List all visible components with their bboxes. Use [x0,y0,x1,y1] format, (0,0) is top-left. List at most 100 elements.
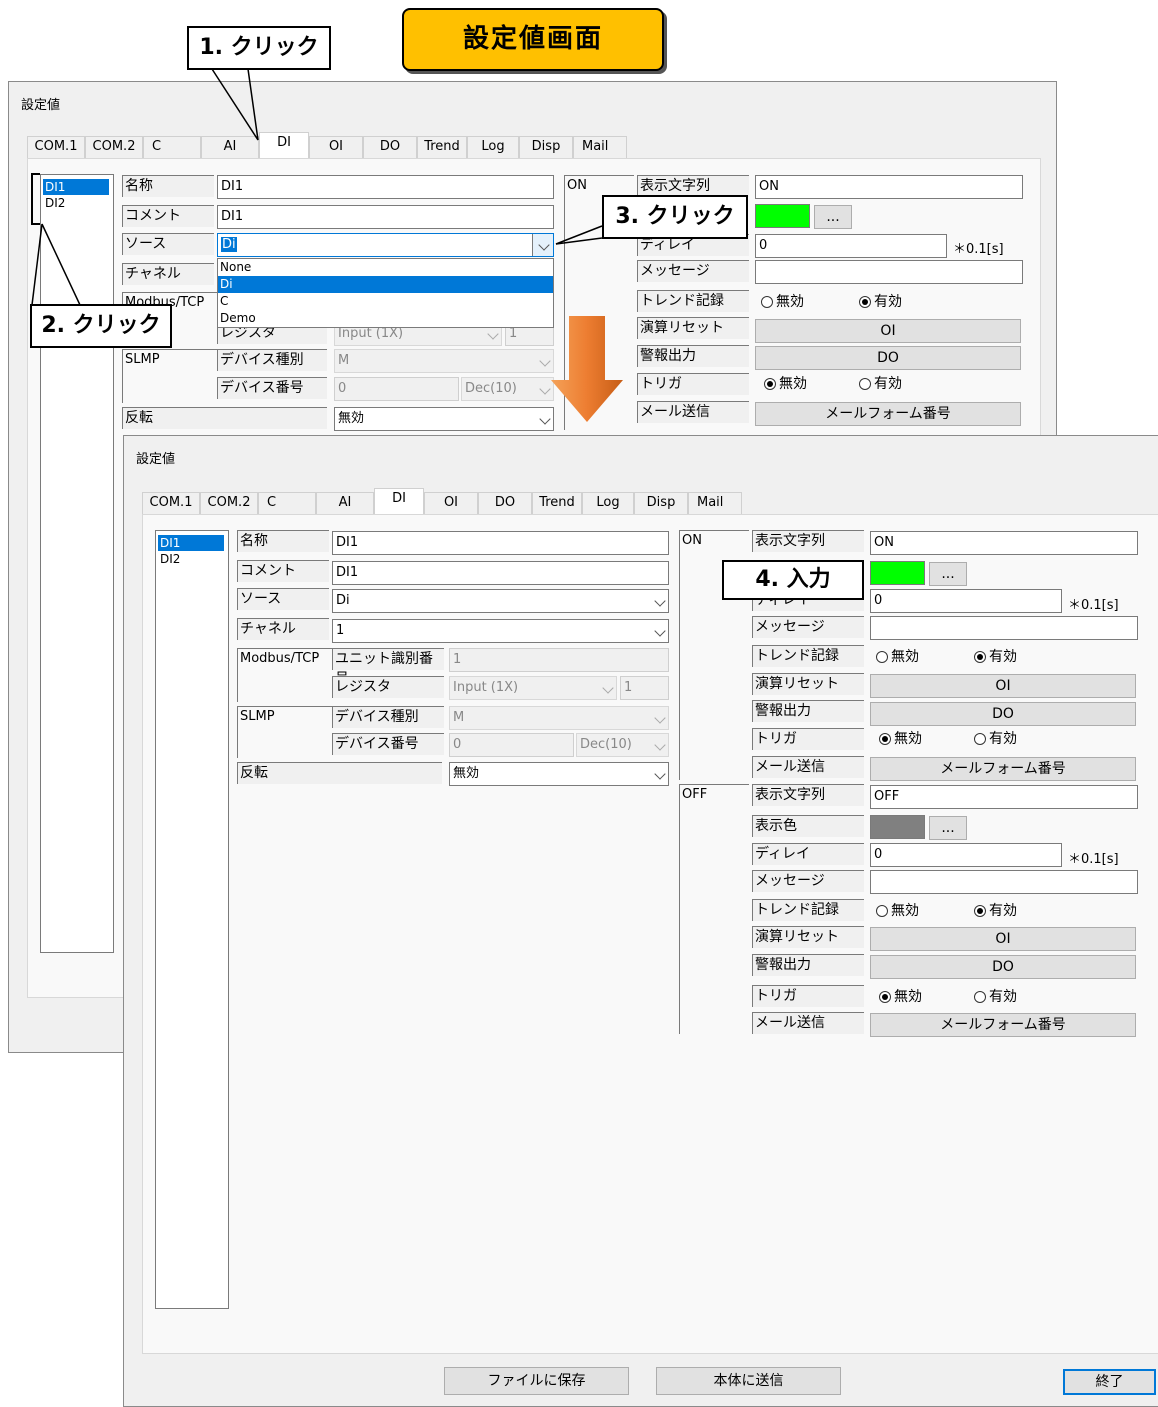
unit-id-field: 1 [449,648,669,672]
device-fmt-select: Dec(10) [576,733,669,757]
label-name: 名称 [237,530,329,552]
send-device-button[interactable]: 本体に送信 [656,1367,841,1395]
on-text-field[interactable]: ON [870,531,1138,555]
radio-icon [974,651,986,663]
radio-label: 無効 [894,731,922,747]
channel-select[interactable]: 1 [332,619,669,643]
radio-icon [974,991,986,1003]
device-no-field: 0 [449,733,574,757]
list-item-di1[interactable]: DI1 [158,535,224,551]
off-trend-enabled-radio[interactable]: 有効 [974,901,1017,921]
chevron-down-icon [654,768,666,780]
tab-oi[interactable]: OI [424,492,478,514]
settings-window-front: 設定値 COM.1 COM.2 C AI DI OI DO Trend Log … [123,435,1158,1407]
label-unit-id: ユニット識別番号 [332,648,444,687]
source-select[interactable]: Di [332,589,669,613]
tab-di[interactable]: DI [259,132,309,158]
label-trigger: トリガ [752,985,864,1007]
off-trend-disabled-radio[interactable]: 無効 [876,901,919,921]
option-none[interactable]: None [218,259,553,276]
on-trigger-enabled-radio[interactable]: 有効 [974,729,1017,749]
modbus-group: Modbus/TCP [237,648,332,702]
di-list[interactable]: DI1 DI2 [155,530,229,1309]
device-type-select: M [449,706,669,730]
on-oi-button[interactable]: OI [870,674,1136,698]
off-color-picker-button[interactable]: ... [929,816,967,840]
callout-step2: 2. クリック [30,304,172,348]
invert-select[interactable]: 無効 [449,762,669,786]
tab-di[interactable]: DI [374,488,424,514]
radio-label: 有効 [989,649,1017,665]
tab-bar: COM.1 COM.2 C AI DI OI DO Trend Log Disp… [142,488,782,514]
radio-label: 有効 [989,989,1017,1005]
chevron-down-icon [654,712,666,724]
slmp-group: SLMP [237,706,332,758]
on-trend-enabled-radio[interactable]: 有効 [974,647,1017,667]
radio-label: 有効 [989,903,1017,919]
option-di[interactable]: Di [218,276,553,293]
device-fmt-value: Dec(10) [580,737,632,752]
name-field[interactable]: DI1 [332,531,669,555]
off-color-swatch [870,815,925,839]
off-message-field[interactable] [870,870,1138,894]
on-color-picker-button[interactable]: ... [929,562,967,586]
radio-icon [974,733,986,745]
tab-mail[interactable]: Mail [688,492,742,514]
list-item-di2[interactable]: DI2 [158,551,224,567]
label-trigger: トリガ [752,728,864,750]
tab-disp[interactable]: Disp [634,492,688,514]
off-do-button[interactable]: DO [870,955,1136,979]
label-display-text: 表示文字列 [752,784,864,806]
off-mail-form-button[interactable]: メールフォーム番号 [870,1013,1136,1037]
on-color-swatch [870,561,925,585]
on-do-button[interactable]: DO [870,702,1136,726]
tab-com2[interactable]: COM.2 [200,492,258,514]
option-c[interactable]: C [218,293,553,310]
label-channel: チャネル [237,618,329,640]
on-trigger-disabled-radio[interactable]: 無効 [879,729,922,749]
off-delay-field[interactable]: 0 [870,843,1062,867]
label-alarm-output: 警報出力 [752,954,864,976]
on-message-field[interactable] [870,616,1138,640]
option-demo[interactable]: Demo [218,310,553,327]
label-calc-reset: 演算リセット [752,673,864,695]
close-button[interactable]: 終了 [1063,1369,1156,1395]
tab-com1[interactable]: COM.1 [142,492,200,514]
callout-step4: 4. 入力 [722,560,864,600]
source-value: Di [336,593,350,608]
chevron-down-icon [654,595,666,607]
window-title: 設定値 [136,452,176,467]
label-message: メッセージ [752,616,864,638]
off-trigger-enabled-radio[interactable]: 有効 [974,987,1017,1007]
radio-label: 無効 [891,903,919,919]
on-mail-form-button[interactable]: メールフォーム番号 [870,757,1136,781]
delay-unit: ＊0.1[s] [1068,598,1119,613]
register-no-field: 1 [620,676,669,700]
device-type-value: M [453,710,465,725]
radio-icon [876,651,888,663]
label-source: ソース [237,588,329,610]
radio-icon [879,991,891,1003]
tab-ai[interactable]: AI [316,492,374,514]
comment-field[interactable]: DI1 [332,561,669,585]
label-mail-send: メール送信 [752,1012,864,1034]
label-invert: 反転 [237,762,442,784]
invert-value: 無効 [453,766,480,781]
label-display-color: 表示色 [752,815,864,837]
label-delay: ディレイ [752,843,864,865]
tab-log[interactable]: Log [582,492,634,514]
label-calc-reset: 演算リセット [752,926,864,948]
source-dropdown-list[interactable]: None Di C Demo [217,258,554,328]
on-trend-disabled-radio[interactable]: 無効 [876,647,919,667]
off-text-field[interactable]: OFF [870,785,1138,809]
tab-do[interactable]: DO [478,492,532,514]
on-delay-field[interactable]: 0 [870,589,1062,613]
tab-trend[interactable]: Trend [532,492,582,514]
off-oi-button[interactable]: OI [870,927,1136,951]
chevron-down-icon [602,682,614,694]
label-message: メッセージ [752,870,864,892]
chevron-down-icon [654,739,666,751]
off-trigger-disabled-radio[interactable]: 無効 [879,987,922,1007]
save-file-button[interactable]: ファイルに保存 [444,1367,629,1395]
tab-c[interactable]: C [258,492,316,514]
